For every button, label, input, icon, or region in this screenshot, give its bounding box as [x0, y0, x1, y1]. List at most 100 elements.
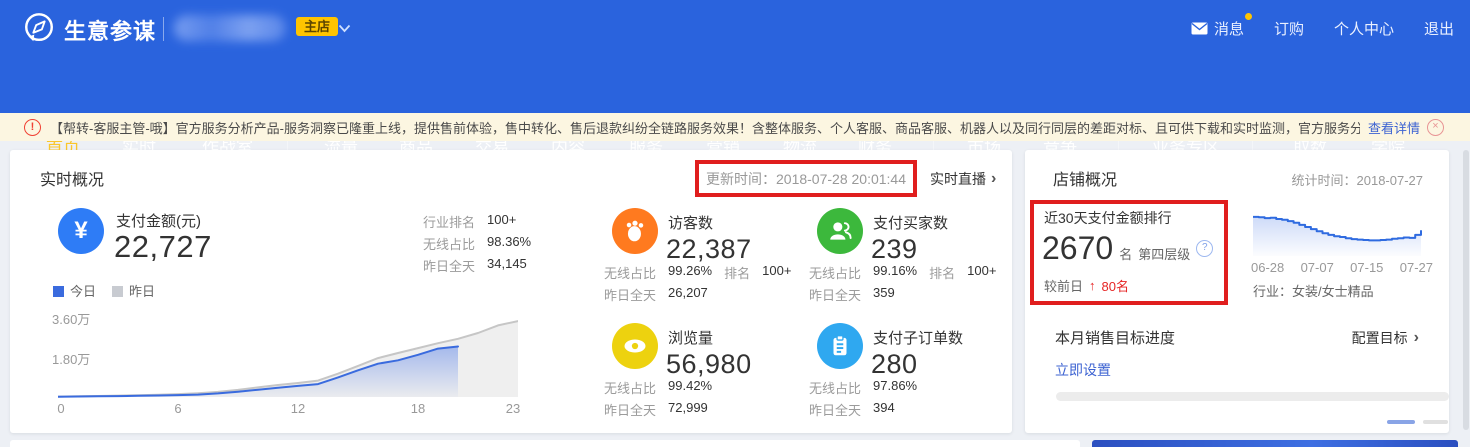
- mini-x-label: 06-28: [1251, 260, 1284, 275]
- buyers-label: 支付买家数: [873, 212, 948, 233]
- shop-name-blurred[interactable]: [174, 15, 286, 41]
- payment-amount-icon: ¥: [58, 208, 104, 254]
- mini-x-label: 07-15: [1350, 260, 1383, 275]
- stat-label: 无线占比: [423, 234, 475, 253]
- live-broadcast-link[interactable]: 实时直播 ›: [930, 169, 996, 189]
- stat-value: 72,999: [668, 400, 708, 419]
- messages-label: 消息: [1214, 18, 1244, 39]
- stat-label: 无线占比: [604, 263, 656, 282]
- scrollbar[interactable]: [1463, 150, 1469, 430]
- stat-value: 359: [873, 285, 895, 304]
- x-tick-0: 0: [57, 401, 64, 416]
- orders-stat-row: 无线占比 97.86%: [809, 378, 917, 397]
- stat-value: 100+: [967, 263, 996, 282]
- shop-overview-card: 店铺概况 统计时间：2018-07-27 近30天支付金额排行 2670 名 第…: [1025, 150, 1449, 433]
- main-shop-badge[interactable]: 主店: [296, 17, 338, 36]
- legend-yesterday: 昨日: [112, 281, 155, 300]
- annotation-box-update-time: 更新时间：2018-07-28 20:01:44: [695, 160, 917, 197]
- payment-label: 支付金额(元): [116, 210, 201, 231]
- footprint-icon: [622, 218, 648, 244]
- x-tick-12: 12: [291, 401, 305, 416]
- main-nav: 首页 实时 作战室 流量 商品 交易 内容 服务 营销 物流 财务 市场 竞争 …: [0, 57, 1470, 113]
- envelope-icon: [1191, 22, 1208, 35]
- stat-label: 昨日全天: [423, 256, 475, 275]
- orders-value: 280: [871, 349, 918, 380]
- messages-button[interactable]: 消息: [1191, 18, 1244, 39]
- stat-value: 99.16%: [873, 263, 917, 282]
- rank-title: 近30天支付金额排行: [1044, 208, 1172, 228]
- views-icon: [612, 323, 658, 369]
- stat-value: 97.86%: [873, 378, 917, 397]
- brand-name: 生意参谋: [64, 14, 156, 46]
- next-card-sliver-left: [10, 440, 1080, 447]
- logout-label: 退出: [1424, 18, 1454, 39]
- realtime-card-title: 实时概况: [40, 166, 104, 190]
- notice-detail-link[interactable]: 查看详情: [1368, 118, 1420, 137]
- people-icon: [827, 218, 853, 244]
- orders-icon: [817, 323, 863, 369]
- up-arrow-icon: ↑: [1089, 278, 1096, 293]
- page: { "brand": {"name": "生意参谋", "badge": "主店…: [0, 0, 1470, 447]
- rank-unit: 名: [1119, 244, 1132, 263]
- mini-x-label: 07-27: [1400, 260, 1433, 275]
- carousel-dash[interactable]: [1423, 420, 1448, 424]
- legend-today: 今日: [53, 281, 96, 300]
- profile-button[interactable]: 个人中心: [1334, 18, 1394, 39]
- orders-stat-row: 昨日全天 394: [809, 400, 895, 419]
- industry-label: 行业：女装/女士精品: [1253, 281, 1374, 300]
- next-card-sliver-right: [1092, 440, 1458, 447]
- stat-value: 100+: [487, 212, 516, 231]
- goal-config-link[interactable]: 配置目标 ›: [1352, 328, 1419, 348]
- rank-tier: 第四层级: [1138, 244, 1190, 263]
- stat-label: 昨日全天: [809, 285, 861, 304]
- visitors-icon: [612, 208, 658, 254]
- stat-value: 100+: [762, 263, 791, 282]
- stat-label: 昨日全天: [604, 285, 656, 304]
- views-stat-row: 昨日全天 72,999: [604, 400, 708, 419]
- buyers-stat-row: 无线占比 99.16% 排名 100+: [809, 263, 996, 282]
- eye-icon: [621, 332, 649, 360]
- visitors-value: 22,387: [666, 234, 752, 265]
- stat-value: 394: [873, 400, 895, 419]
- buyers-value: 239: [871, 234, 918, 265]
- delta-label: 较前日: [1044, 276, 1083, 295]
- stat-value: 99.42%: [668, 378, 712, 397]
- x-tick-23: 23: [506, 401, 520, 416]
- brand-compass-logo-icon: [22, 11, 56, 45]
- goal-setup-link[interactable]: 立即设置: [1055, 360, 1111, 380]
- goal-progress-bar: [1056, 392, 1449, 401]
- notice-bar: ! 【帮转-客服主管-哦】官方服务分析产品-服务洞察已隆重上线，提供售前体验，售…: [0, 113, 1470, 141]
- shop-card-title: 店铺概况: [1053, 166, 1117, 190]
- yen-glyph: ¥: [74, 217, 87, 245]
- carousel-dash-active[interactable]: [1387, 420, 1415, 424]
- order-button[interactable]: 订购: [1274, 18, 1304, 39]
- stat-label: 昨日全天: [809, 400, 861, 419]
- stat-value: 34,145: [487, 256, 527, 275]
- visitors-label: 访客数: [668, 212, 713, 233]
- update-time: 更新时间：2018-07-28 20:01:44: [706, 169, 906, 189]
- message-notification-dot: [1245, 13, 1252, 20]
- profile-label: 个人中心: [1334, 18, 1394, 39]
- rank-value: 2670: [1042, 230, 1113, 267]
- payment-stat-row: 昨日全天 34,145: [423, 256, 527, 275]
- goal-config-label: 配置目标: [1352, 328, 1408, 348]
- views-value: 56,980: [666, 349, 752, 380]
- stat-value: 26,207: [668, 285, 708, 304]
- mini-chart-x-labels: 06-28 07-07 07-15 07-27: [1251, 260, 1433, 275]
- chevron-right-icon: ›: [991, 171, 996, 187]
- orders-label: 支付子订单数: [873, 327, 963, 348]
- payment-stat-row: 行业排名 100+: [423, 212, 516, 231]
- stat-label: 无线占比: [604, 378, 656, 397]
- help-icon[interactable]: ?: [1196, 240, 1213, 257]
- logout-button[interactable]: 退出: [1424, 18, 1454, 39]
- buyers-icon: [817, 208, 863, 254]
- payment-stat-row: 无线占比 98.36%: [423, 234, 531, 253]
- notice-close-icon[interactable]: ×: [1427, 119, 1444, 136]
- payment-value: 22,727: [114, 229, 212, 265]
- chevron-down-icon[interactable]: [338, 24, 351, 33]
- chart-legend: 今日 昨日: [53, 281, 155, 300]
- delta-value: 80名: [1102, 276, 1129, 295]
- x-tick-6: 6: [174, 401, 181, 416]
- stat-label: 排名: [724, 263, 750, 282]
- stat-label: 无线占比: [809, 378, 861, 397]
